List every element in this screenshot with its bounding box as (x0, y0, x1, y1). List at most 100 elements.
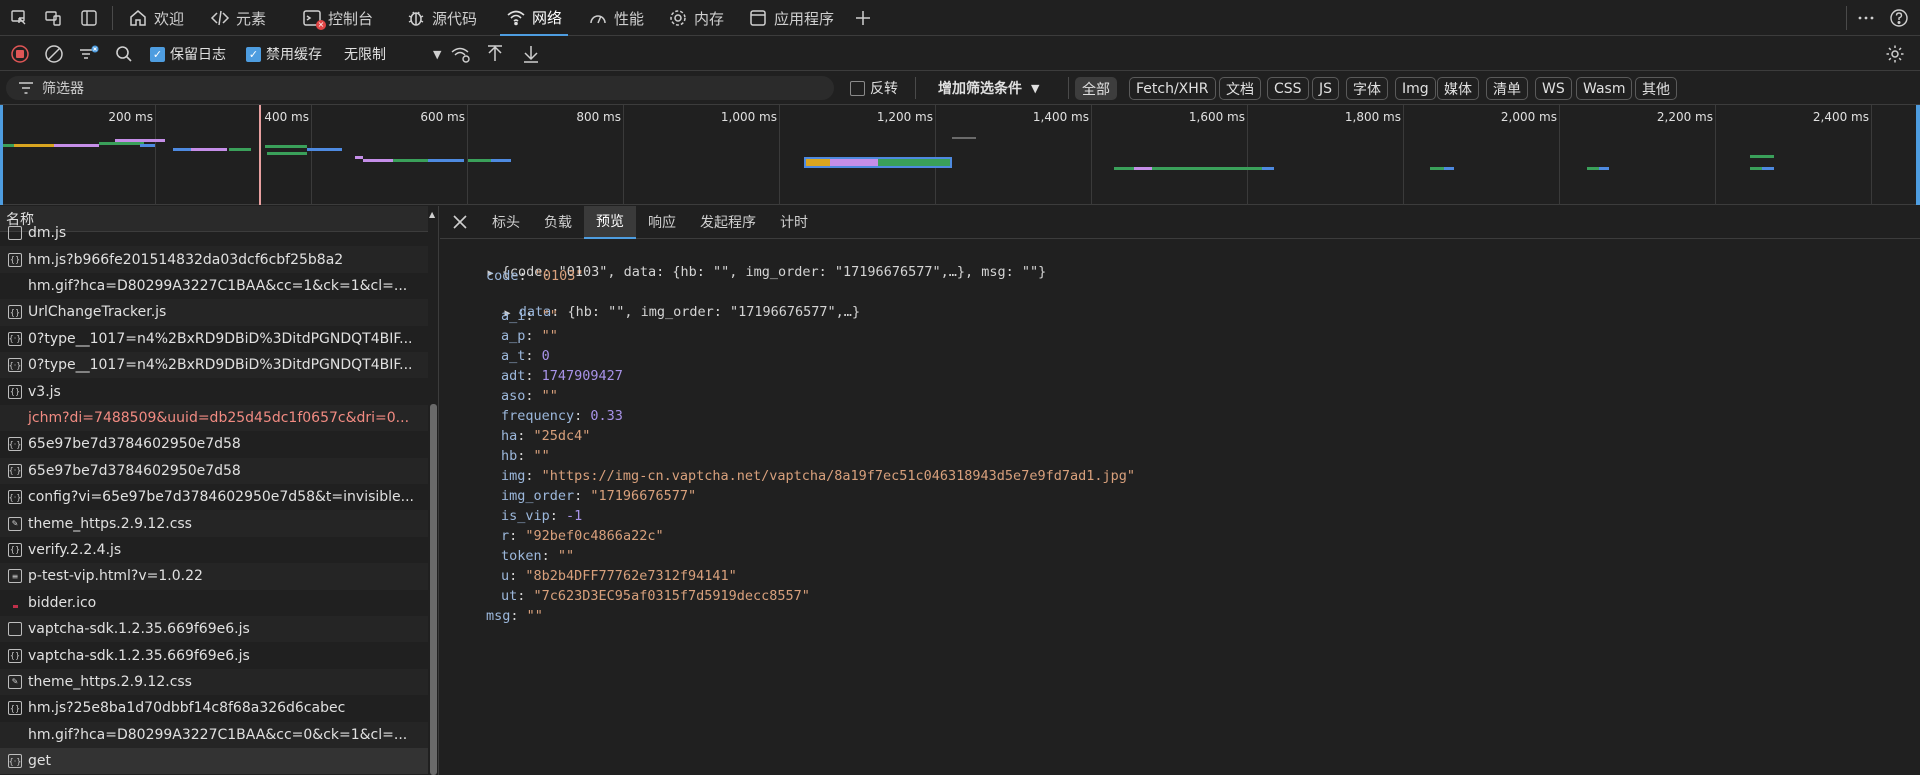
tab-sources[interactable]: 源代码 (400, 0, 483, 36)
tab-initiator[interactable]: 发起程序 (688, 206, 768, 239)
tab-payload[interactable]: 负载 (532, 206, 584, 239)
search-button[interactable] (114, 43, 134, 65)
filter-toggle-button[interactable] (78, 43, 100, 65)
type-filter-font[interactable]: 字体 (1346, 77, 1388, 100)
json-value: "7c623D3EC95af0315f7d5919decc8557" (533, 588, 810, 604)
timeline-tick (155, 105, 156, 205)
filter-icon (19, 82, 33, 94)
request-row[interactable]: {} hm.js?25e8ba1d70dbbf14c8f68a326d6cabec (0, 695, 428, 721)
request-row[interactable]: ✎ theme_https.2.9.12.css (0, 668, 428, 696)
request-bar (115, 139, 165, 142)
request-row[interactable]: jchm?di=7488509&uuid=db25d45dc1f0657c&dr… (0, 404, 428, 432)
request-bar (229, 148, 251, 151)
tab-welcome[interactable]: 欢迎 (122, 0, 190, 36)
request-bar (1152, 167, 1262, 170)
json-value: "" (526, 608, 543, 624)
list-scrollbar[interactable]: ▲ (428, 206, 438, 775)
network-settings-button[interactable] (1885, 43, 1905, 65)
dock-sidebar-icon[interactable] (78, 7, 100, 29)
tab-headers[interactable]: 标头 (480, 206, 532, 239)
scroll-up-icon[interactable]: ▲ (429, 210, 435, 219)
device-emulation-icon[interactable] (42, 7, 64, 29)
throttling-select[interactable]: 无限制 ▼ (344, 43, 441, 65)
type-filter-js[interactable]: JS (1312, 77, 1340, 100)
tab-response[interactable]: 响应 (636, 206, 688, 239)
type-filter-doc[interactable]: 文档 (1219, 77, 1261, 100)
fetch-icon: {·} (8, 754, 22, 769)
tab-elements[interactable]: 元素 (204, 0, 272, 36)
type-filter-img[interactable]: Img (1395, 77, 1436, 100)
chip-label: JS (1319, 80, 1333, 97)
request-row[interactable]: {} vaptcha-sdk.1.2.35.669f69e6.js (0, 642, 428, 668)
network-overview-timeline[interactable]: 200 ms 400 ms 600 ms 800 ms 1,000 ms 1,2… (0, 105, 1920, 205)
type-filter-fetch[interactable]: Fetch/XHR (1129, 77, 1216, 100)
add-tab-icon[interactable] (852, 7, 874, 29)
type-filter-ws[interactable]: WS (1535, 77, 1572, 100)
type-filter-other[interactable]: 其他 (1635, 77, 1677, 100)
divider (1846, 6, 1847, 30)
type-filter-all[interactable]: 全部 (1075, 77, 1117, 100)
timeline-handle-left[interactable] (0, 105, 3, 205)
request-row[interactable]: dm.js (0, 220, 428, 246)
network-conditions-button[interactable] (450, 43, 472, 65)
json-field-row: ut: "7c623D3EC95af0315f7d5919decc8557" (501, 588, 810, 604)
filter-icon (80, 45, 99, 59)
tab-application[interactable]: 应用程序 (742, 0, 840, 36)
request-row[interactable]: {·} get (0, 748, 428, 775)
disable-cache-checkbox[interactable]: ✓ 禁用缓存 (246, 43, 322, 65)
request-row[interactable]: {·} config?vi=65e97be7d3784602950e7d58&t=… (0, 484, 428, 510)
type-filter-manifest[interactable]: 清单 (1486, 77, 1528, 100)
type-filter-media[interactable]: 媒体 (1437, 77, 1479, 100)
request-row[interactable]: {} hm.js?b966fe201514832da03dcf6cbf25b8a2 (0, 246, 428, 273)
request-name: config?vi=65e97be7d3784602950e7d58&t=inv… (28, 489, 415, 506)
timeline-handle-right[interactable] (1916, 105, 1920, 205)
gear-icon (670, 10, 686, 26)
tab-network[interactable]: 网络 (500, 0, 569, 36)
json-key: r (501, 528, 510, 544)
json-value: 0.33 (590, 408, 623, 424)
request-row[interactable]: {} UrlChangeTracker.js (0, 299, 428, 326)
type-filter-wasm[interactable]: Wasm (1576, 77, 1633, 100)
request-row[interactable]: vaptcha-sdk.1.2.35.669f69e6.js (0, 616, 428, 643)
record-button[interactable] (10, 43, 30, 65)
scrollbar-thumb[interactable] (430, 404, 437, 775)
preserve-log-checkbox[interactable]: ✓ 保留日志 (150, 43, 226, 65)
json-field-row: a_i: "" (501, 308, 558, 324)
filter-input[interactable]: 筛选器 (6, 76, 834, 100)
inspect-element-icon[interactable] (8, 7, 30, 29)
import-har-button[interactable] (486, 43, 504, 65)
request-row[interactable]: hm.gif?hca=D80299A3227C1BAA&cc=1&ck=1&cl… (0, 273, 428, 299)
request-row[interactable]: {} v3.js (0, 378, 428, 404)
tab-performance[interactable]: 性能 (582, 0, 650, 36)
fetch-icon: {·} (8, 358, 22, 373)
tab-console[interactable]: × 控制台 (296, 0, 379, 36)
tab-memory[interactable]: 内存 (662, 0, 730, 36)
request-row[interactable]: {} verify.2.2.4.js (0, 537, 428, 563)
invert-checkbox[interactable]: 反转 (850, 77, 898, 99)
request-row[interactable]: hm.gif?hca=D80299A3227C1BAA&cc=0&ck=1&cl… (0, 721, 428, 748)
request-row[interactable]: {·} 0?type__1017=n4%2BxRD9DBiD%3DitdPGNDQ… (0, 352, 428, 379)
tab-preview[interactable]: 预览 (584, 205, 636, 239)
request-name: 0?type__1017=n4%2BxRD9DBiD%3DitdPGNDQT4B… (28, 330, 413, 347)
more-filters-dropdown[interactable]: 增加筛选条件 ▼ (938, 77, 1039, 99)
script-icon: {} (8, 701, 22, 716)
request-row[interactable]: {·} 0?type__1017=n4%2BxRD9DBiD%3DitdPGNDQ… (0, 326, 428, 352)
clear-button[interactable] (44, 43, 64, 65)
request-name: theme_https.2.9.12.css (28, 673, 192, 690)
close-detail-button[interactable] (440, 206, 480, 239)
chip-label: 全部 (1082, 81, 1110, 98)
request-row[interactable]: {·} 65e97be7d3784602950e7d58 (0, 457, 428, 484)
tab-label: 欢迎 (154, 9, 185, 28)
request-row[interactable]: ✎ theme_https.2.9.12.css (0, 510, 428, 537)
more-options-icon[interactable] (1855, 7, 1877, 29)
export-har-button[interactable] (522, 43, 540, 65)
json-field-row: adt: 1747909427 (501, 368, 623, 384)
chip-label: 其他 (1642, 81, 1670, 98)
request-row[interactable]: {·} 65e97be7d3784602950e7d58 (0, 431, 428, 457)
request-row[interactable]: bidder.ico (0, 590, 428, 616)
tab-timing[interactable]: 计时 (768, 206, 820, 239)
help-icon[interactable] (1888, 7, 1910, 29)
json-key: is_vip (501, 508, 550, 524)
request-row[interactable]: ≡ p-test-vip.html?v=1.0.22 (0, 563, 428, 590)
type-filter-css[interactable]: CSS (1267, 77, 1309, 100)
